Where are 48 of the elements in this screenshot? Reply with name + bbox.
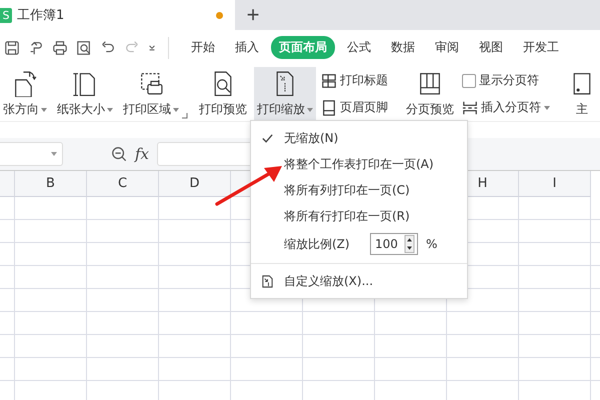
menu-tab[interactable]: 审阅 xyxy=(427,36,467,59)
scale-label: 缩放比例(Z) xyxy=(284,236,351,252)
save-icon[interactable] xyxy=(4,40,20,56)
checkbox[interactable] xyxy=(462,74,476,88)
new-tab-button[interactable]: + xyxy=(235,0,271,30)
column-header[interactable]: I xyxy=(519,171,591,197)
document-title: 工作簿1 xyxy=(17,7,66,24)
menu-tab[interactable]: 插入 xyxy=(227,36,267,59)
sync-icon[interactable] xyxy=(28,40,44,56)
menu-item[interactable]: 将所有行打印在一页(R) xyxy=(251,203,467,229)
print-preview-icon[interactable] xyxy=(76,40,92,56)
document-tab[interactable]: S 工作簿1 xyxy=(0,0,235,30)
custom-scale-icon xyxy=(261,274,274,288)
checkbox-label: 显示分页符 xyxy=(479,72,539,89)
column-header[interactable]: C xyxy=(87,171,159,197)
menu-tab[interactable]: 公式 xyxy=(339,36,379,59)
ribbon-button[interactable]: 纸张大小 xyxy=(54,67,116,121)
menu-item[interactable]: 自定义缩放(X)... xyxy=(251,268,467,294)
menu-tab[interactable]: 开发工 xyxy=(515,36,567,59)
function-label[interactable]: fx xyxy=(135,145,150,163)
ribbon-button[interactable]: 打印标题 xyxy=(320,71,389,90)
column-header[interactable]: D xyxy=(159,171,231,197)
ribbon-button[interactable]: 打印缩放 xyxy=(254,67,316,121)
scale-spinbox[interactable]: 100 xyxy=(370,233,418,255)
checkbox-option[interactable]: 显示分页符 xyxy=(461,71,551,90)
dialog-launcher-icon[interactable] xyxy=(182,113,188,119)
app-logo: S xyxy=(0,8,12,22)
menu-tab[interactable]: 视图 xyxy=(471,36,511,59)
insert-page-break-icon xyxy=(462,100,478,116)
menu-item[interactable]: 无缩放(N) xyxy=(251,125,467,151)
menu-tab[interactable]: 数据 xyxy=(383,36,423,59)
menu-tab[interactable]: 开始 xyxy=(183,36,223,59)
header-footer-icon xyxy=(321,100,337,116)
percent-unit: % xyxy=(426,237,438,251)
print-titles-icon xyxy=(321,72,337,88)
dropdown-icon xyxy=(51,152,57,156)
column-header[interactable]: B xyxy=(15,171,87,197)
ribbon-button[interactable]: 张方向 xyxy=(0,67,50,121)
ribbon-button[interactable]: 页眉页脚 xyxy=(320,98,389,117)
ribbon-button[interactable]: 主 xyxy=(565,67,599,121)
caret-icon[interactable] xyxy=(148,44,156,51)
zoom-out-icon[interactable] xyxy=(111,146,127,162)
print-icon[interactable] xyxy=(52,40,68,56)
ribbon-button[interactable]: 分页预览 xyxy=(403,67,457,121)
ribbon-button[interactable]: 打印预览 xyxy=(196,67,250,121)
spin-arrows-icon[interactable] xyxy=(404,235,415,253)
ribbon-button[interactable]: 打印区域 xyxy=(120,67,182,121)
ribbon-button[interactable]: 插入分页符 xyxy=(461,98,551,117)
